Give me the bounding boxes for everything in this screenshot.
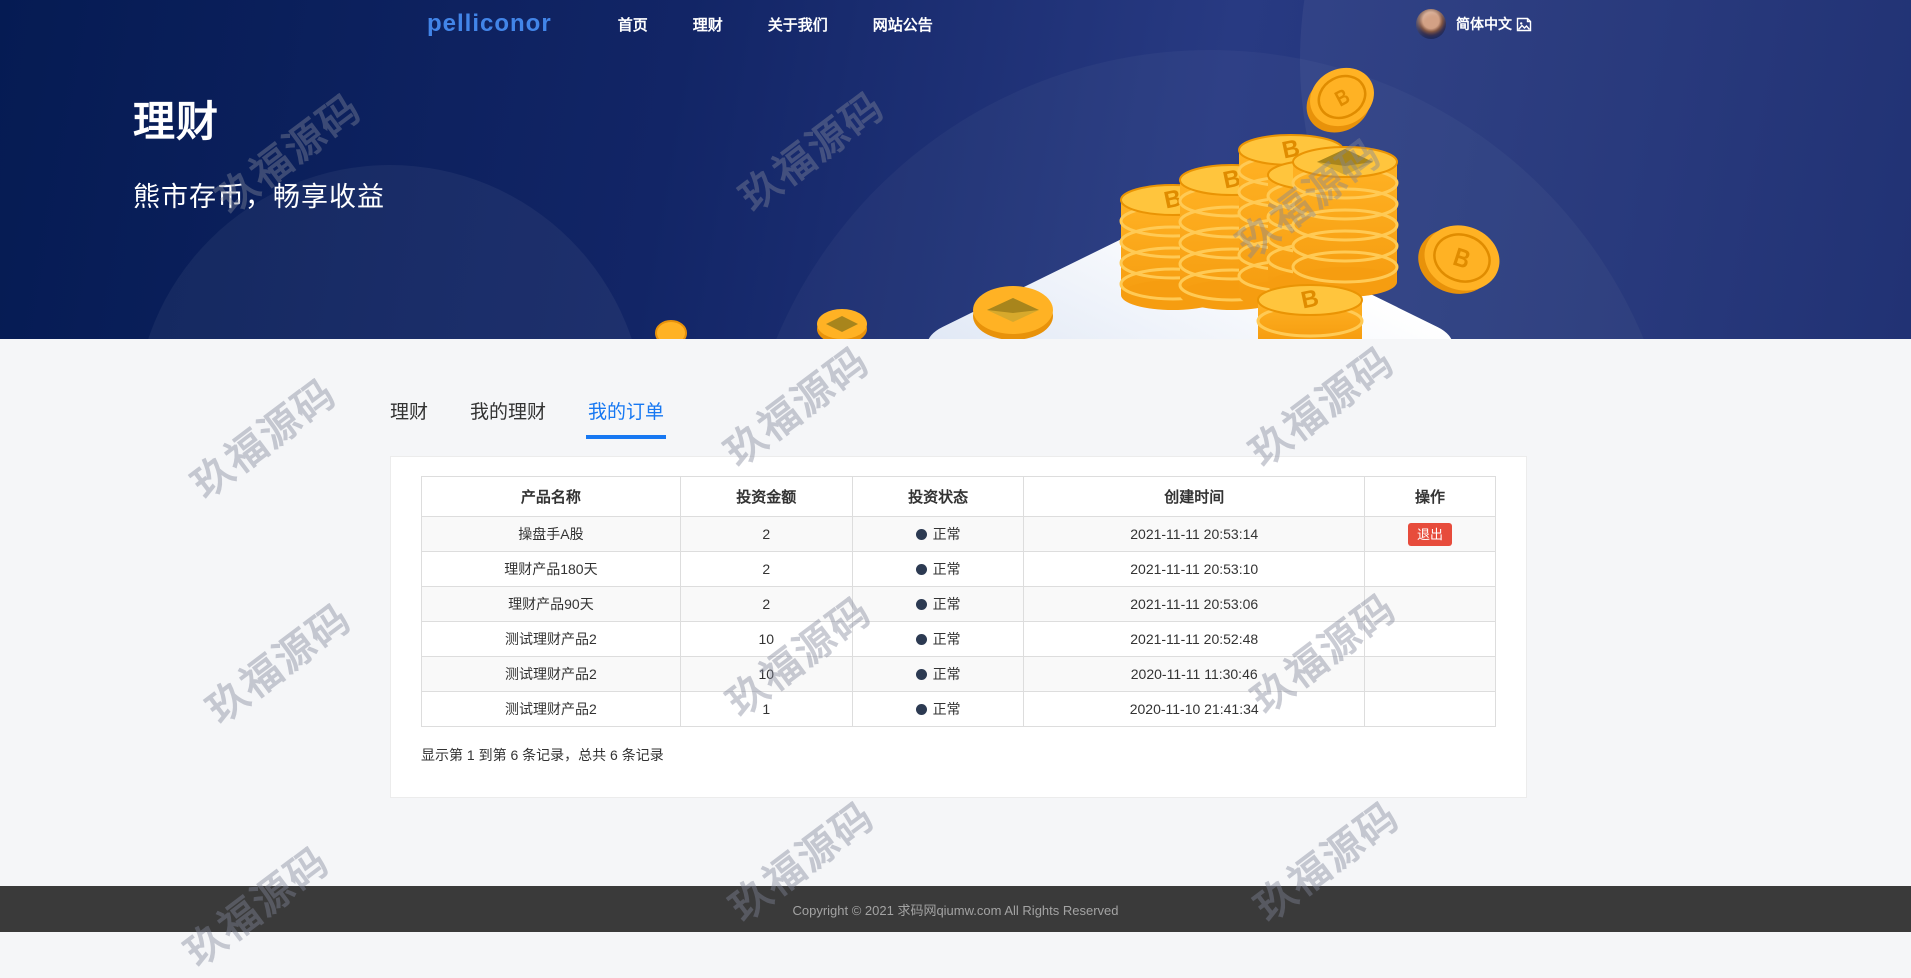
nav-item-finance[interactable]: 理财 [693,14,723,35]
broken-image-icon [1516,17,1532,32]
status-label: 正常 [933,526,961,542]
cell-action [1364,657,1495,692]
status-label: 正常 [933,561,961,577]
cell-amount: 1 [680,692,852,727]
hero-subtitle: 熊市存币，畅享收益 [133,175,385,214]
status-dot-icon [916,599,927,610]
cell-created: 2021-11-11 20:52:48 [1024,622,1364,657]
cell-amount: 2 [680,517,852,552]
cell-created: 2020-11-11 11:30:46 [1024,657,1364,692]
table-row: 操盘手A股 2 正常 2021-11-11 20:53:14 退出 [422,517,1496,552]
cell-action [1364,692,1495,727]
status-label: 正常 [933,596,961,612]
table-row: 测试理财产品2 10 正常 2021-11-11 20:52:48 [422,622,1496,657]
cell-created: 2021-11-11 20:53:06 [1024,587,1364,622]
table-row: 测试理财产品2 10 正常 2020-11-11 11:30:46 [422,657,1496,692]
header-action: 操作 [1364,477,1495,517]
orders-table: 产品名称 投资金额 投资状态 创建时间 操作 操盘手A股 2 正常 2021-1… [421,476,1496,727]
header-created: 创建时间 [1024,477,1364,517]
header-status: 投资状态 [852,477,1024,517]
header-product: 产品名称 [422,477,681,517]
status-label: 正常 [933,631,961,647]
cell-product: 理财产品180天 [422,552,681,587]
language-label: 简体中文 [1456,14,1512,34]
cell-amount: 2 [680,552,852,587]
language-selector[interactable]: 简体中文 [1456,14,1532,34]
nav-item-home[interactable]: 首页 [618,14,648,35]
table-row: 测试理财产品2 1 正常 2020-11-10 21:41:34 [422,692,1496,727]
cell-amount: 10 [680,622,852,657]
status-dot-icon [916,529,927,540]
hero-text: 理财 熊市存币，畅享收益 [133,88,385,214]
header-amount: 投资金额 [680,477,852,517]
status-label: 正常 [933,666,961,682]
cell-amount: 2 [680,587,852,622]
cell-action [1364,552,1495,587]
nav-item-notice[interactable]: 网站公告 [873,14,933,35]
cell-status: 正常 [852,622,1024,657]
status-dot-icon [916,564,927,575]
status-dot-icon [916,704,927,715]
cell-status: 正常 [852,692,1024,727]
cell-status: 正常 [852,657,1024,692]
copyright-text: Copyright © 2021 求码网qiumw.com All Rights… [792,900,1118,919]
exit-button[interactable]: 退出 [1408,523,1452,546]
cell-created: 2020-11-10 21:41:34 [1024,692,1364,727]
top-navbar: pelliconor 首页 理财 关于我们 网站公告 简体中文 [0,0,1911,48]
cell-product: 测试理财产品2 [422,657,681,692]
tab-my-orders[interactable]: 我的订单 [588,397,664,439]
main-section: 理财 我的理财 我的订单 产品名称 投资金额 投资状态 创建时间 操作 操盘手A… [0,339,1911,886]
tab-bar: 理财 我的理财 我的订单 [0,339,1911,439]
hero-banner: B B B [0,0,1911,339]
cell-amount: 10 [680,657,852,692]
cell-action [1364,622,1495,657]
user-avatar[interactable] [1416,9,1446,39]
nav-right: 简体中文 [1416,0,1532,48]
status-label: 正常 [933,701,961,717]
orders-table-body: 操盘手A股 2 正常 2021-11-11 20:53:14 退出 理财产品18… [422,517,1496,727]
status-dot-icon [916,669,927,680]
tab-my-finance[interactable]: 我的理财 [470,397,546,439]
cell-status: 正常 [852,517,1024,552]
cell-status: 正常 [852,587,1024,622]
cell-product: 测试理财产品2 [422,622,681,657]
nav-links: 首页 理财 关于我们 网站公告 [618,14,933,35]
cell-action [1364,587,1495,622]
status-dot-icon [916,634,927,645]
records-summary: 显示第 1 到第 6 条记录，总共 6 条记录 [421,745,1496,765]
brand-logo[interactable]: pelliconor [427,10,552,38]
table-row: 理财产品180天 2 正常 2021-11-11 20:53:10 [422,552,1496,587]
hero-title: 理财 [133,88,385,149]
nav-item-about[interactable]: 关于我们 [768,14,828,35]
orders-card: 产品名称 投资金额 投资状态 创建时间 操作 操盘手A股 2 正常 2021-1… [390,456,1527,798]
cell-product: 操盘手A股 [422,517,681,552]
cell-status: 正常 [852,552,1024,587]
cell-action: 退出 [1364,517,1495,552]
page-footer: Copyright © 2021 求码网qiumw.com All Rights… [0,886,1911,932]
cell-created: 2021-11-11 20:53:10 [1024,552,1364,587]
cell-created: 2021-11-11 20:53:14 [1024,517,1364,552]
coins-illustration: B B B [620,0,1520,339]
tab-finance[interactable]: 理财 [390,397,428,439]
table-row: 理财产品90天 2 正常 2021-11-11 20:53:06 [422,587,1496,622]
cell-product: 理财产品90天 [422,587,681,622]
table-header-row: 产品名称 投资金额 投资状态 创建时间 操作 [422,477,1496,517]
cell-product: 测试理财产品2 [422,692,681,727]
